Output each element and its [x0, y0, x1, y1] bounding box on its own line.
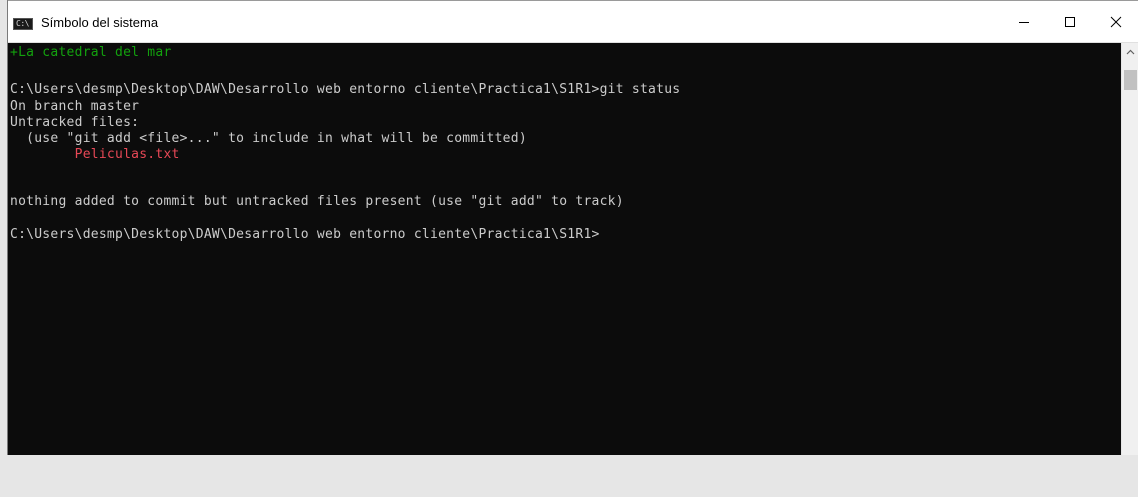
cmd-app-icon[interactable]: C:\ [13, 18, 33, 30]
minimize-button[interactable] [1001, 0, 1047, 43]
close-icon [1110, 16, 1122, 27]
window-top-border [8, 0, 1138, 1]
window-title: Símbolo del sistema [41, 15, 159, 30]
minimize-icon [1019, 21, 1029, 23]
console-line-untracked-file: Peliculas.txt [10, 147, 180, 162]
scroll-thumb[interactable] [1124, 70, 1137, 90]
console-output[interactable]: +La catedral del mar C:\Users\desmp\Desk… [8, 43, 1121, 455]
maximize-button[interactable] [1047, 0, 1093, 43]
console-line-added: +La catedral del mar [10, 45, 172, 60]
console-line-prompt: C:\Users\desmp\Desktop\DAW\Desarrollo we… [10, 227, 600, 242]
console-line-branch: On branch master [10, 99, 140, 114]
console-line-command: C:\Users\desmp\Desktop\DAW\Desarrollo we… [10, 82, 681, 97]
title-bar[interactable]: C:\ Símbolo del sistema [8, 0, 1138, 43]
cmd-app-icon-label: C:\ [16, 19, 29, 28]
maximize-icon [1065, 16, 1075, 27]
chevron-up-icon [1126, 49, 1135, 54]
close-button[interactable] [1093, 0, 1138, 43]
command-prompt-window: C:\ Símbolo del sistema +La catedral del… [7, 0, 1138, 455]
console-line-hint: (use "git add <file>..." to include in w… [10, 131, 527, 146]
scroll-up-button[interactable] [1122, 43, 1138, 60]
console-line-untracked-header: Untracked files: [10, 115, 140, 130]
console-line-summary: nothing added to commit but untracked fi… [10, 194, 624, 209]
vertical-scrollbar[interactable] [1121, 43, 1138, 455]
